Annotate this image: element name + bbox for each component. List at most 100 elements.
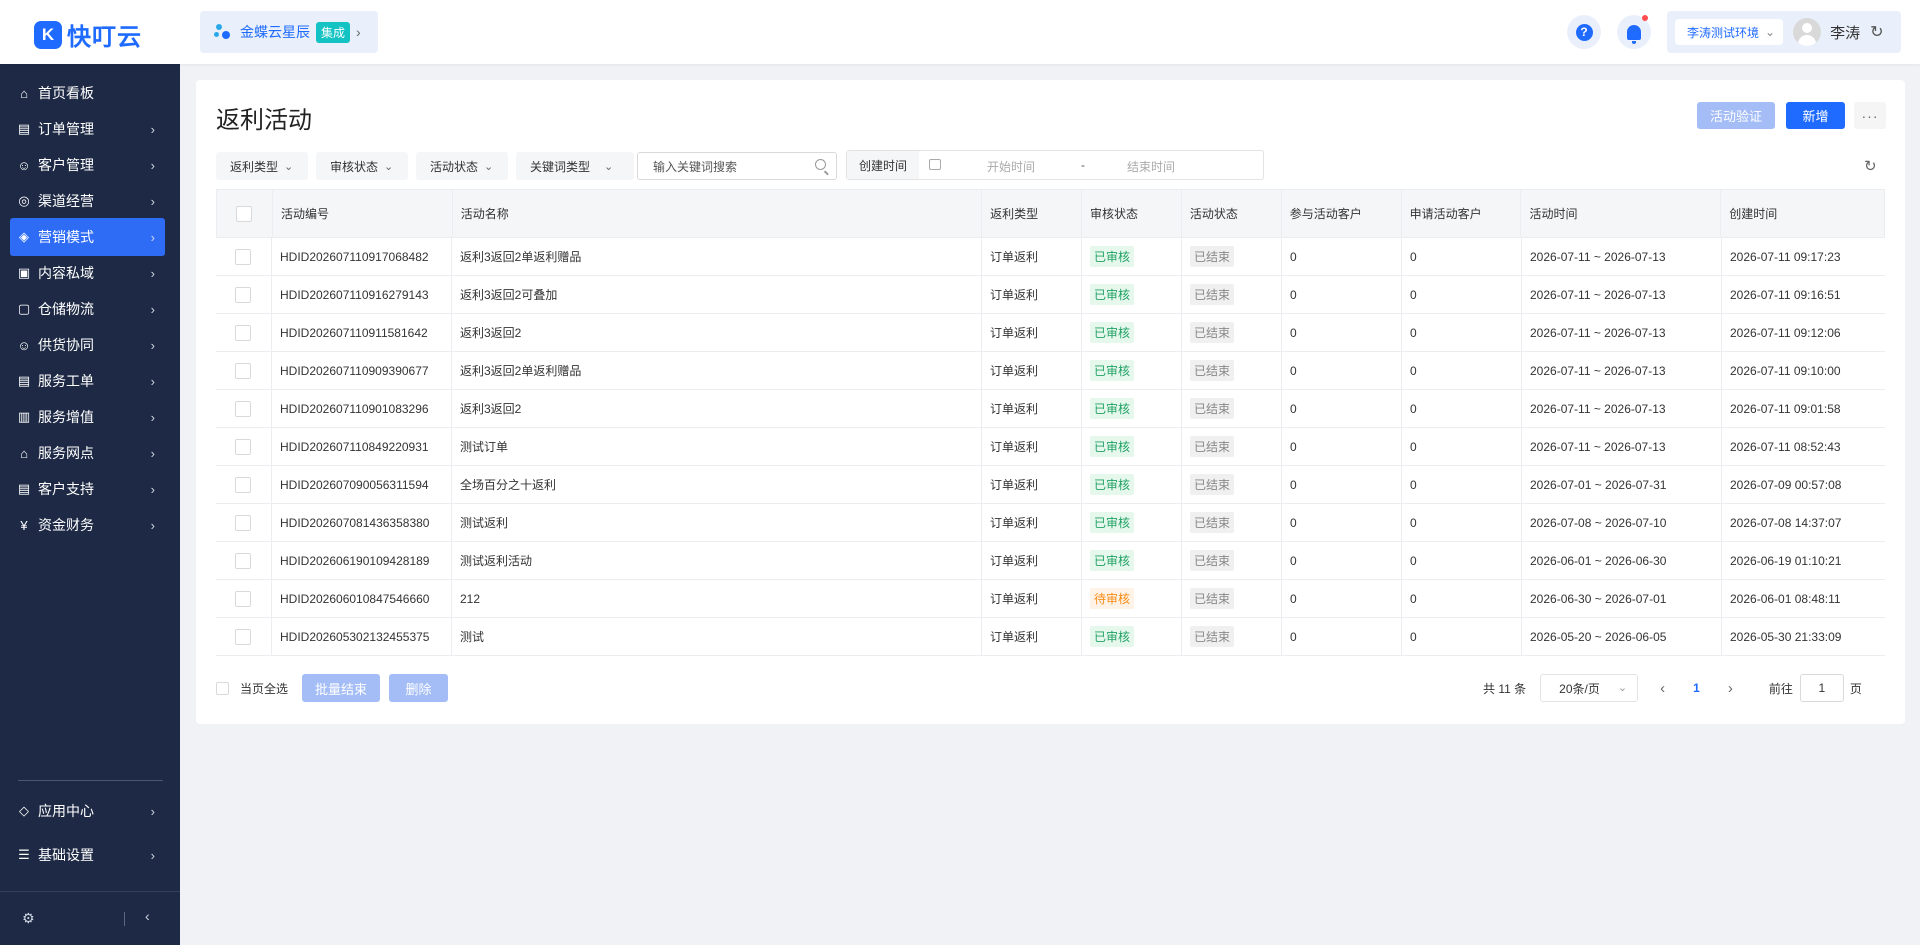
cell-type: 订单返利 xyxy=(981,428,1081,465)
page-size-select[interactable]: 20条/页 ⌄ xyxy=(1540,674,1639,702)
table-row[interactable]: HDID202607110911581642 返利3返回2 订单返利 已审核 已结束 0 0… xyxy=(216,314,1885,352)
sidebar-item[interactable]: ⌂ 服务网点 › xyxy=(10,434,165,472)
prev-page-icon[interactable]: ‹ xyxy=(1660,680,1665,697)
ticket-icon: ▤ xyxy=(17,373,31,388)
chevron-down-icon: ⌄ xyxy=(1765,25,1776,39)
batch-end-button[interactable]: 批量结束 xyxy=(302,674,381,702)
bag-icon: ▥ xyxy=(17,409,31,424)
table-row[interactable]: HDID202607110909390677 返利3返回2单返利赠品 订单返利 已审核… xyxy=(216,352,1885,390)
row-checkbox[interactable] xyxy=(235,324,251,341)
table-row[interactable]: HDID202607110849220931 测试订单 订单返利 已审核 已结束 0 0 20… xyxy=(216,428,1885,466)
select-page-checkbox[interactable] xyxy=(216,681,229,695)
sidebar-item-label: 基础设置 xyxy=(38,847,94,863)
table-row[interactable]: HDID202607081436358380 测试返利 订单返利 已审核 已结束 0 0 20… xyxy=(216,504,1885,542)
review-status-filter[interactable]: 审核状态 ⌄ xyxy=(316,152,408,180)
more-actions-button[interactable]: ··· xyxy=(1854,102,1886,129)
row-checkbox[interactable] xyxy=(235,286,251,303)
sidebar-item-label: 资金财务 xyxy=(38,517,94,533)
cell-type: 订单返利 xyxy=(981,504,1081,541)
row-checkbox[interactable] xyxy=(235,476,251,493)
row-checkbox[interactable] xyxy=(235,552,251,569)
bulk-actions: 当页全选 批量结束 删除 xyxy=(216,674,457,702)
chevron-right-icon: › xyxy=(150,409,155,425)
avatar[interactable] xyxy=(1793,18,1822,46)
cell-period: 2026-06-01 ~ 2026-06-30 xyxy=(1521,542,1721,579)
delete-button[interactable]: 删除 xyxy=(389,674,449,702)
row-checkbox[interactable] xyxy=(235,628,251,645)
column-header[interactable]: 申请活动客户 xyxy=(1400,190,1521,237)
next-page-icon[interactable]: › xyxy=(1728,680,1733,697)
sidebar-item[interactable]: ☺ 供货协同 › xyxy=(10,326,165,364)
keyword-search-input[interactable]: 输入关键词搜索 xyxy=(637,152,837,180)
select-all-checkbox[interactable] xyxy=(236,205,252,222)
start-date-input[interactable]: 开始时间 xyxy=(987,158,1035,175)
notification-button[interactable] xyxy=(1617,15,1651,49)
gear-icon[interactable]: ⚙ xyxy=(22,910,35,927)
row-checkbox[interactable] xyxy=(235,248,251,265)
verify-activity-button[interactable]: 活动验证 xyxy=(1697,102,1775,129)
sidebar-item[interactable]: ◈ 营销模式 › xyxy=(10,218,165,256)
column-header[interactable]: 创建时间 xyxy=(1720,190,1884,237)
column-header[interactable]: 活动状态 xyxy=(1180,190,1281,237)
row-checkbox[interactable] xyxy=(235,400,251,417)
refresh-table-icon[interactable]: ↻ xyxy=(1864,157,1877,175)
activity-status-filter[interactable]: 活动状态 ⌄ xyxy=(416,152,508,180)
keyword-type-filter[interactable]: 关键词类型 ⌄ xyxy=(516,152,634,180)
sidebar-item[interactable]: ◎ 渠道经营 › xyxy=(10,182,165,220)
review-status-badge: 已审核 xyxy=(1090,322,1135,343)
sidebar-item[interactable]: ▤ 客户支持 › xyxy=(10,470,165,508)
row-checkbox[interactable] xyxy=(235,362,251,379)
sidebar-item[interactable]: ⌂ 首页看板 xyxy=(10,74,165,112)
column-header[interactable]: 活动名称 xyxy=(451,190,981,237)
footer-separator xyxy=(124,912,125,926)
sidebar-item[interactable]: ◇ 应用中心 › xyxy=(10,792,165,830)
environment-select[interactable]: 李涛测试环境 ⌄ xyxy=(1675,19,1784,45)
sidebar-item[interactable]: ☰ 基础设置 › xyxy=(10,836,165,874)
column-header[interactable]: 活动编号 xyxy=(271,190,452,237)
cell-joined: 0 xyxy=(1281,618,1401,655)
column-header[interactable]: 活动时间 xyxy=(1520,190,1720,237)
sidebar-item[interactable]: ▤ 服务工单 › xyxy=(10,362,165,400)
review-status-badge: 已审核 xyxy=(1090,398,1135,419)
current-page[interactable]: 1 xyxy=(1693,681,1700,695)
help-button[interactable]: ? xyxy=(1567,15,1601,49)
column-header[interactable]: 审核状态 xyxy=(1080,190,1181,237)
table-row[interactable]: HDID202606010847546660 212 订单返利 待审核 已结束 0 0 202… xyxy=(216,580,1885,618)
sidebar-item[interactable]: ¥ 资金财务 › xyxy=(10,506,165,544)
rebate-type-filter[interactable]: 返利类型 ⌄ xyxy=(216,152,308,180)
sidebar-item[interactable]: ▢ 仓储物流 › xyxy=(10,290,165,328)
sidebar-item[interactable]: ▣ 内容私域 › xyxy=(10,254,165,292)
support-icon: ▤ xyxy=(17,481,31,496)
row-select-cell xyxy=(216,314,271,351)
collapse-sidebar-icon[interactable]: ‹ xyxy=(145,908,150,924)
table-row[interactable]: HDID202607110917068482 返利3返回2单返利赠品 订单返利 已审核… xyxy=(216,238,1885,276)
column-header[interactable]: 参与活动客户 xyxy=(1280,190,1401,237)
table-row[interactable]: HDID202607110916279143 返利3返回2可叠加 订单返利 已审核 已结… xyxy=(216,276,1885,314)
row-checkbox[interactable] xyxy=(235,438,251,455)
integration-switcher[interactable]: 金蝶云星辰 集成 › xyxy=(200,11,378,53)
column-header[interactable]: 返利类型 xyxy=(981,190,1081,237)
goto-page-input[interactable]: 1 xyxy=(1799,674,1844,702)
sidebar-item[interactable]: ▥ 服务增值 › xyxy=(10,398,165,436)
table-row[interactable]: HDID202606190109428189 测试返利活动 订单返利 已审核 已结束 0 0… xyxy=(216,542,1885,580)
row-checkbox[interactable] xyxy=(235,514,251,531)
end-date-input[interactable]: 结束时间 xyxy=(1127,158,1175,175)
brand-logo[interactable]: K 快叮云 xyxy=(34,17,142,52)
created-time-range[interactable]: 创建时间 开始时间 - 结束时间 xyxy=(846,150,1264,180)
search-icon[interactable] xyxy=(815,159,826,170)
row-select-cell xyxy=(216,618,271,655)
sidebar-item[interactable]: ▤ 订单管理 › xyxy=(10,110,165,148)
row-checkbox[interactable] xyxy=(235,590,251,607)
table-row[interactable]: HDID202607110901083296 返利3返回2 订单返利 已审核 已结束 0 0… xyxy=(216,390,1885,428)
table-row[interactable]: HDID202607090056311594 全场百分之十返利 订单返利 已审核 已结束… xyxy=(216,466,1885,504)
sidebar-item[interactable]: ☺ 客户管理 › xyxy=(10,146,165,184)
cell-review: 已审核 xyxy=(1081,314,1181,351)
goto-page-value: 1 xyxy=(1818,681,1826,695)
activity-status-badge: 已结束 xyxy=(1190,360,1235,381)
refresh-icon[interactable]: ↻ xyxy=(1870,22,1883,42)
add-activity-button[interactable]: 新增 xyxy=(1786,102,1845,129)
app-center-icon: ◇ xyxy=(19,803,29,818)
user-name[interactable]: 李涛 xyxy=(1830,22,1860,43)
rebate-type-label: 返利类型 xyxy=(230,159,279,174)
table-row[interactable]: HDID202605302132455375 测试 订单返利 已审核 已结束 0 0 2026… xyxy=(216,618,1885,656)
